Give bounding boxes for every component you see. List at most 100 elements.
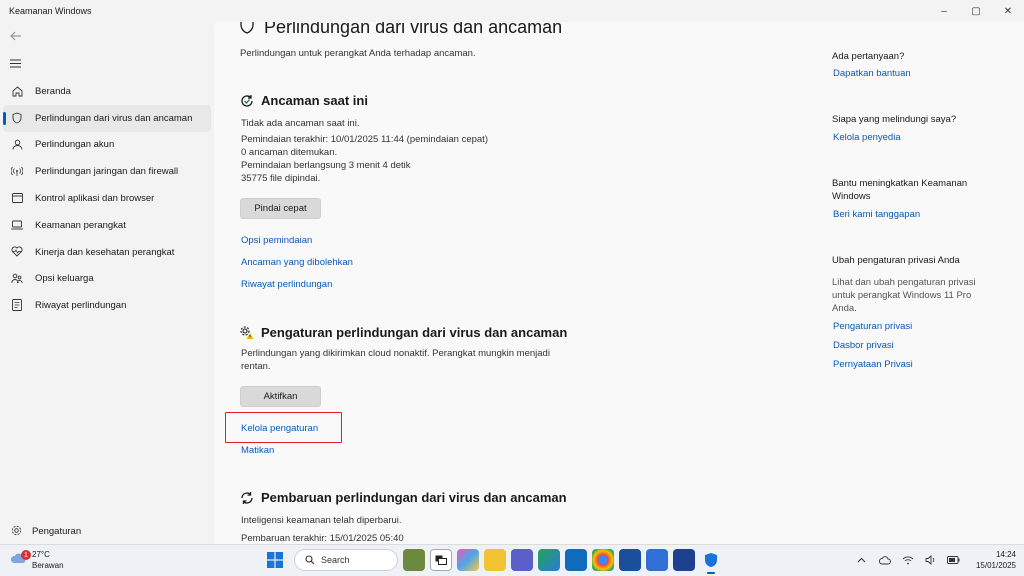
sidebar-item-label: Beranda	[35, 85, 71, 97]
wifi-signal-icon	[11, 165, 23, 177]
weather-temperature: 27°C	[32, 550, 50, 559]
threats-found-text: 0 ancaman ditemukan.	[241, 147, 338, 158]
edge-browser-icon[interactable]	[538, 549, 560, 571]
copilot-icon[interactable]	[457, 549, 479, 571]
windows-start-icon[interactable]	[264, 549, 286, 571]
app-icon[interactable]	[646, 549, 668, 571]
chrome-icon[interactable]	[592, 549, 614, 571]
enable-button[interactable]: Aktifkan	[240, 386, 321, 407]
taskbar-search[interactable]: Search	[294, 549, 398, 571]
teams-icon[interactable]	[511, 549, 533, 571]
file-explorer-icon[interactable]	[484, 549, 506, 571]
taskbar: 1 27°C Berawan Search 14:24 15/01/2025	[0, 544, 1024, 576]
volume-icon[interactable]	[923, 552, 939, 568]
privacy-description: Lihat dan ubah pengaturan privasi untuk …	[832, 277, 976, 314]
section-title: Pengaturan perlindungan dari virus dan a…	[261, 325, 568, 340]
sidebar-item-label: Riwayat perlindungan	[35, 300, 127, 312]
no-threats-text: Tidak ada ancaman saat ini.	[241, 118, 360, 129]
sidebar-item-label: Perlindungan dari virus dan ancaman	[35, 112, 193, 124]
person-icon	[11, 139, 23, 151]
improve-heading: Bantu meningkatkan Keamanan Windows	[832, 178, 968, 202]
manage-providers-link[interactable]: Kelola penyedia	[833, 132, 901, 143]
title-bar: Keamanan Windows – ▢ ✕	[0, 0, 1024, 22]
sidebar-item-label: Opsi keluarga	[35, 273, 94, 285]
search-placeholder: Search	[321, 555, 350, 565]
files-scanned-text: 35775 file dipindai.	[241, 173, 321, 184]
photos-app-icon[interactable]	[403, 549, 425, 571]
protection-updates-heading: Pembaruan perlindungan dari virus dan an…	[240, 490, 567, 505]
current-threats-heading: Ancaman saat ini	[240, 93, 368, 108]
sidebar-item-label: Kontrol aplikasi dan browser	[35, 193, 155, 205]
windows-security-app-icon[interactable]	[700, 549, 722, 574]
battery-icon[interactable]	[946, 552, 962, 568]
get-help-link[interactable]: Dapatkan bantuan	[833, 68, 911, 79]
weather-widget[interactable]: 1 27°C Berawan	[10, 549, 64, 571]
sidebar-item-family-options[interactable]: Opsi keluarga	[3, 266, 211, 293]
close-button[interactable]: ✕	[992, 0, 1024, 22]
history-icon	[11, 299, 23, 312]
sidebar-item-home[interactable]: Beranda	[3, 78, 211, 105]
privacy-heading: Ubah pengaturan privasi Anda	[832, 255, 960, 266]
sidebar-item-label: Perlindungan jaringan dan firewall	[35, 166, 179, 178]
letter-l-app-icon[interactable]	[673, 549, 695, 571]
weather-description: Berawan	[32, 561, 64, 570]
sidebar-item-label: Perlindungan akun	[35, 139, 115, 151]
sidebar-item-virus-protection[interactable]: Perlindungan dari virus dan ancaman	[3, 104, 211, 132]
clock-time: 14:24	[995, 550, 1016, 559]
sidebar-item-device-security[interactable]: Keamanan perangkat	[3, 212, 211, 239]
microsoft-store-icon[interactable]	[619, 549, 641, 571]
maximize-button[interactable]: ▢	[960, 0, 992, 22]
clock[interactable]: 14:24 15/01/2025	[976, 549, 1016, 571]
scan-refresh-icon	[240, 94, 254, 108]
heart-pulse-icon	[11, 246, 23, 258]
feedback-link[interactable]: Beri kami tanggapan	[833, 209, 920, 220]
scan-options-link[interactable]: Opsi pemindaian	[241, 235, 312, 246]
privacy-statement-link[interactable]: Pernyataan Privasi	[833, 359, 913, 370]
window-title: Keamanan Windows	[9, 6, 92, 16]
back-arrow-icon[interactable]	[10, 30, 22, 44]
sidebar-item-firewall[interactable]: Perlindungan jaringan dan firewall	[3, 158, 211, 185]
scan-duration-text: Pemindaian berlangsung 3 menit 4 detik	[241, 160, 411, 171]
page-title-text: Perlindungan dari virus dan ancaman	[264, 22, 563, 37]
sidebar-item-settings[interactable]: Pengaturan	[3, 518, 211, 544]
page-title: Perlindungan dari virus dan ancaman	[240, 22, 562, 39]
turn-off-link[interactable]: Matikan	[241, 445, 274, 456]
update-sync-icon	[240, 491, 254, 505]
section-title: Pembaruan perlindungan dari virus dan an…	[261, 490, 567, 505]
allowed-threats-link[interactable]: Ancaman yang dibolehkan	[241, 257, 353, 268]
sidebar-item-label: Pengaturan	[32, 525, 82, 537]
gear-icon	[11, 525, 22, 539]
minimize-button[interactable]: –	[928, 0, 960, 22]
sidebar-item-app-browser-control[interactable]: Kontrol aplikasi dan browser	[3, 185, 211, 212]
chevron-up-icon[interactable]	[854, 552, 870, 568]
outlook-icon[interactable]	[565, 549, 587, 571]
system-tray: 14:24 15/01/2025	[847, 549, 1016, 571]
cloud-protection-warning-text: Perlindungan yang dikirimkan cloud nonak…	[241, 348, 550, 372]
sidebar-item-account-protection[interactable]: Perlindungan akun	[3, 132, 211, 159]
quick-scan-button[interactable]: Pindai cepat	[240, 198, 321, 219]
hamburger-menu-icon[interactable]	[10, 57, 21, 71]
sidebar: Beranda Perlindungan dari virus dan anca…	[0, 22, 214, 544]
search-icon	[305, 555, 315, 565]
family-icon	[11, 273, 23, 285]
sidebar-nav: Beranda Perlindungan dari virus dan anca…	[0, 78, 214, 319]
home-icon	[11, 85, 23, 97]
cloud-sync-icon[interactable]	[877, 552, 893, 568]
wifi-icon[interactable]	[900, 552, 916, 568]
main-content: Perlindungan dari virus dan ancaman Perl…	[214, 22, 1024, 544]
protection-history-link[interactable]: Riwayat perlindungan	[241, 279, 332, 290]
laptop-icon	[11, 219, 23, 231]
task-view-icon[interactable]	[430, 549, 452, 571]
manage-settings-link[interactable]: Kelola pengaturan	[241, 423, 318, 434]
protection-settings-heading: Pengaturan perlindungan dari virus dan a…	[240, 325, 567, 340]
notification-badge: 1	[21, 550, 31, 560]
sidebar-item-device-health[interactable]: Kinerja dan kesehatan perangkat	[3, 239, 211, 266]
weather-text: 27°C Berawan	[32, 549, 64, 571]
app-window-icon	[11, 192, 23, 204]
shield-outline-icon	[240, 22, 254, 39]
clock-date: 15/01/2025	[975, 561, 1016, 570]
shield-icon	[11, 112, 23, 124]
privacy-dashboard-link[interactable]: Dasbor privasi	[833, 340, 894, 351]
privacy-settings-link[interactable]: Pengaturan privasi	[833, 321, 912, 332]
sidebar-item-protection-history[interactable]: Riwayat perlindungan	[3, 292, 211, 319]
